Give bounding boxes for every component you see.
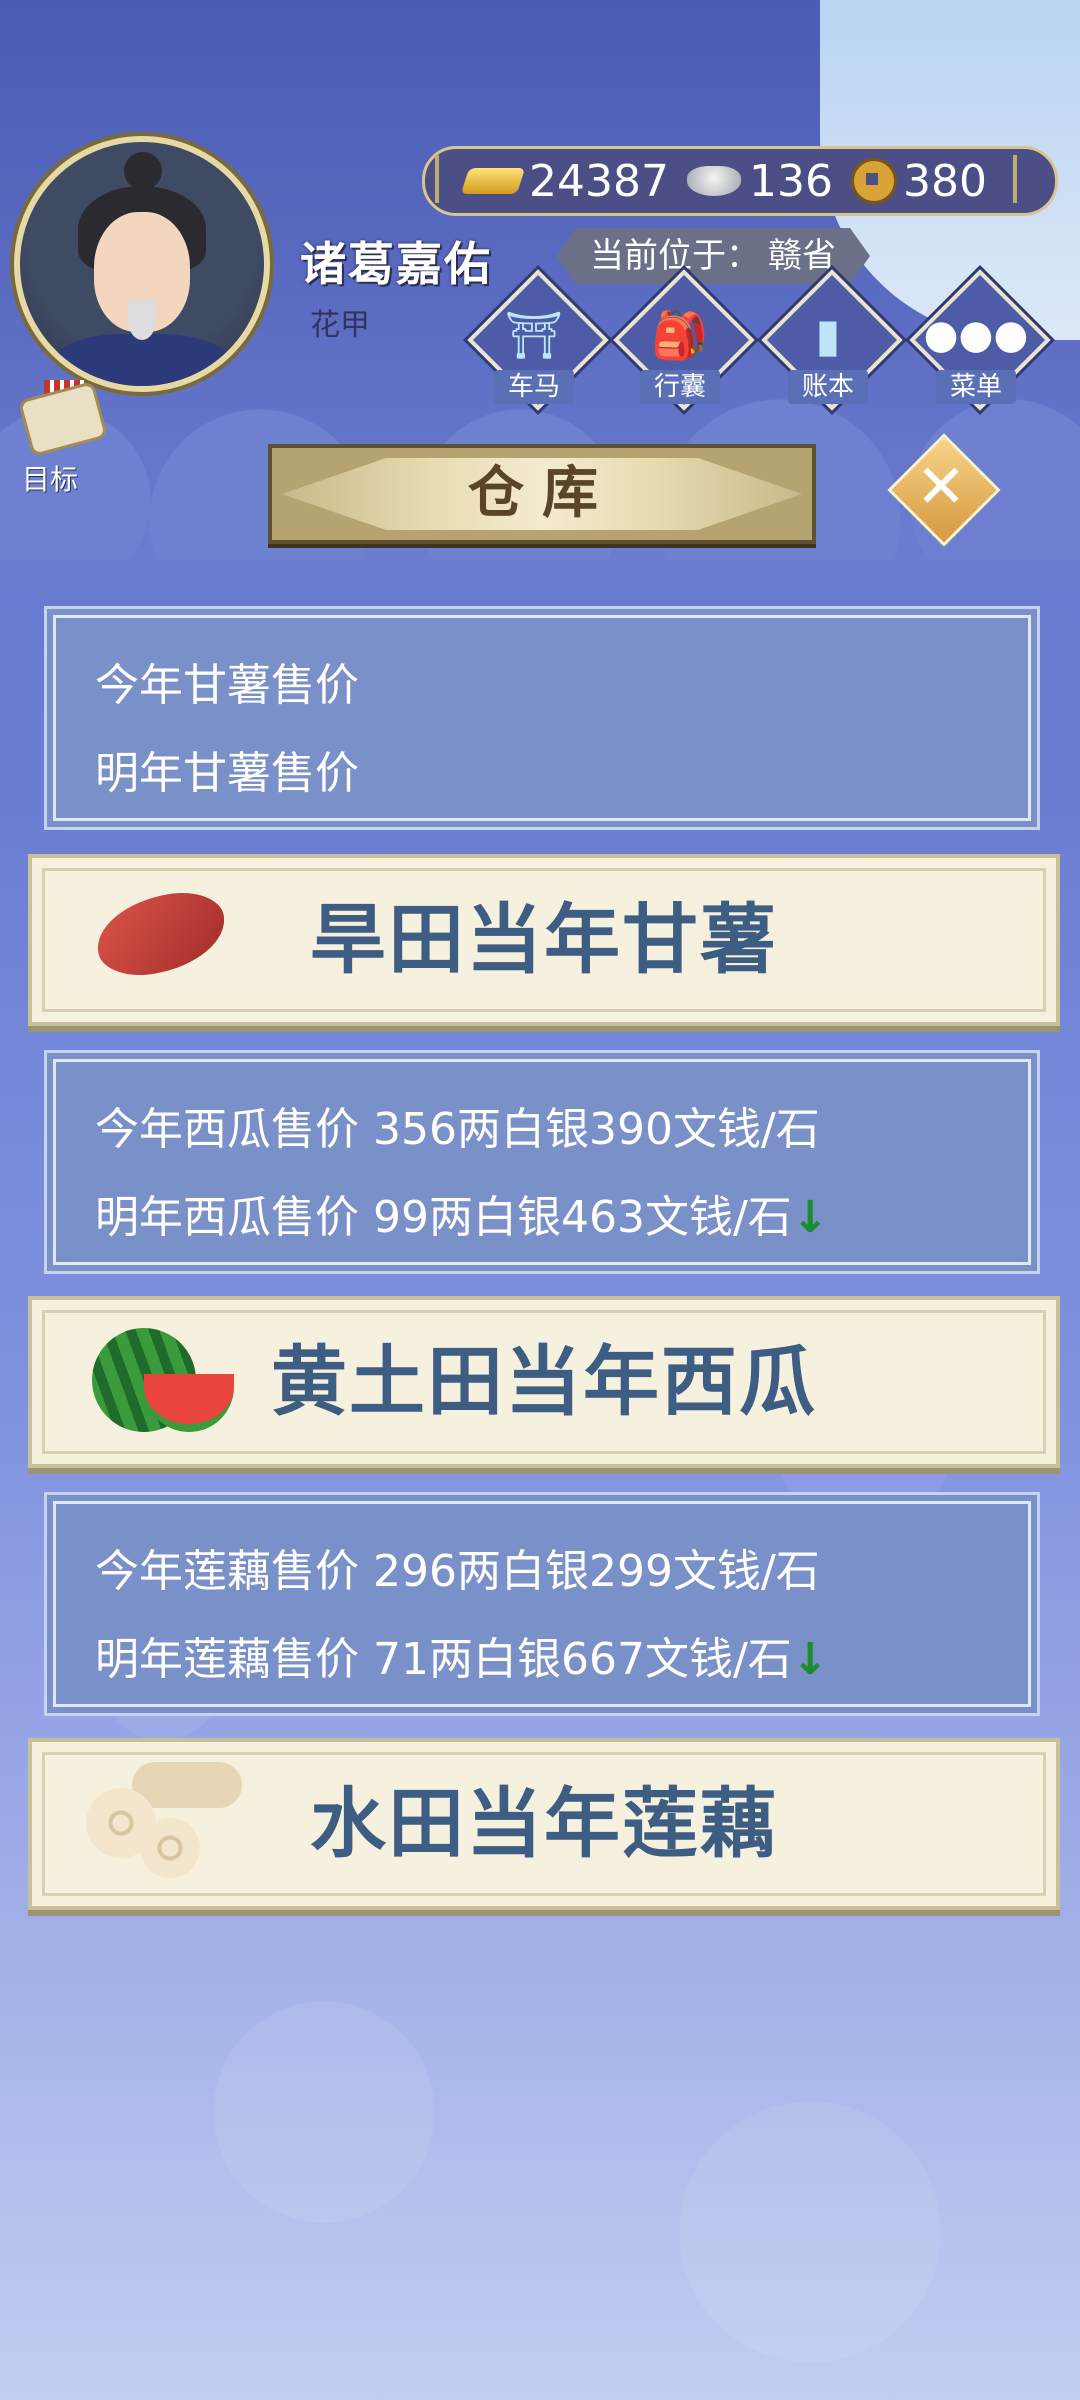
next-year-price: 明年甘薯售价	[95, 748, 359, 799]
menu-label: 菜单	[936, 370, 1016, 404]
copper-coin-icon	[850, 158, 897, 204]
currency-bar: 24387 136 380	[422, 146, 1058, 216]
next-year-price-text: 明年西瓜售价 99两白银463文钱/石	[95, 1192, 792, 1243]
price-down-arrow-icon: ↓	[791, 1634, 829, 1685]
current-year-price: 今年西瓜售价 356两白银390文钱/石	[95, 1104, 820, 1155]
crop-banner-watermelon[interactable]: 黄土田当年西瓜	[28, 1296, 1060, 1468]
crop-banner-sweet-potato[interactable]: 旱田当年甘薯	[28, 854, 1060, 1026]
current-year-price: 今年甘薯售价	[95, 660, 359, 711]
bag-button[interactable]: 🎒 行囊	[613, 269, 755, 411]
target-button[interactable]: 目标	[17, 380, 109, 496]
carriage-button[interactable]: ⛩ 车马	[467, 269, 609, 411]
location-value: 赣省	[768, 236, 836, 276]
crop-banner-lotus-root[interactable]: 水田当年莲藕	[28, 1738, 1060, 1910]
price-panel-watermelon: 今年西瓜售价 356两白银390文钱/石 明年西瓜售价 99两白银463文钱/石…	[44, 1050, 1040, 1274]
player-age-label: 花甲	[310, 308, 370, 343]
bamboo-decoration-icon	[1013, 155, 1041, 203]
silver-amount: 136	[748, 155, 833, 207]
next-year-price: 明年莲藕售价 71两白银667文钱/石↓	[95, 1623, 829, 1687]
player-avatar[interactable]	[14, 136, 270, 392]
crop-name: 黄土田当年西瓜	[271, 1337, 817, 1426]
menu-button[interactable]: ●●● 菜单	[909, 269, 1051, 411]
copper-display: 380	[850, 155, 987, 207]
page-title: 仓库	[468, 461, 616, 526]
bag-label: 行囊	[640, 370, 720, 404]
crop-name: 旱田当年甘薯	[310, 895, 778, 984]
more-icon: ●●●	[923, 312, 1029, 358]
bag-icon: 🎒	[651, 308, 709, 362]
gold-amount: 24387	[529, 155, 669, 207]
ledger-icon: ▮	[815, 308, 841, 362]
carriage-label: 车马	[494, 370, 574, 404]
price-panel-sweet-potato: 今年甘薯售价 明年甘薯售价	[44, 606, 1040, 830]
carriage-icon: ⛩	[504, 308, 564, 362]
price-panel-lotus-root: 今年莲藕售价 296两白银299文钱/石 明年莲藕售价 71两白银667文钱/石…	[44, 1492, 1040, 1716]
page-title-plaque: 仓库	[268, 444, 816, 544]
target-scroll-icon	[17, 380, 109, 458]
crop-name: 水田当年莲藕	[310, 1779, 778, 1868]
player-name: 诸葛嘉佑	[300, 237, 492, 291]
avatar-hair-bun	[124, 152, 162, 190]
next-year-price: 明年西瓜售价 99两白银463文钱/石↓	[95, 1181, 829, 1245]
next-year-price-text: 明年莲藕售价 71两白银667文钱/石	[95, 1634, 792, 1685]
close-icon: ✕	[915, 452, 967, 522]
location-label: 当前位于：	[590, 236, 760, 276]
target-label: 目标	[22, 463, 79, 496]
gold-display: 24387	[460, 155, 669, 207]
bamboo-decoration-icon	[435, 155, 463, 203]
avatar-beard	[128, 300, 156, 340]
location-badge: 当前位于： 赣省	[556, 228, 870, 284]
ledger-button[interactable]: ▮ 账本	[761, 269, 903, 411]
gold-ingot-icon	[460, 168, 526, 194]
price-down-arrow-icon: ↓	[791, 1192, 829, 1243]
ledger-label: 账本	[788, 370, 868, 404]
current-year-price: 今年莲藕售价 296两白银299文钱/石	[95, 1546, 820, 1597]
silver-display: 136	[686, 155, 833, 207]
copper-amount: 380	[902, 155, 987, 207]
silver-ingot-icon	[686, 166, 741, 196]
